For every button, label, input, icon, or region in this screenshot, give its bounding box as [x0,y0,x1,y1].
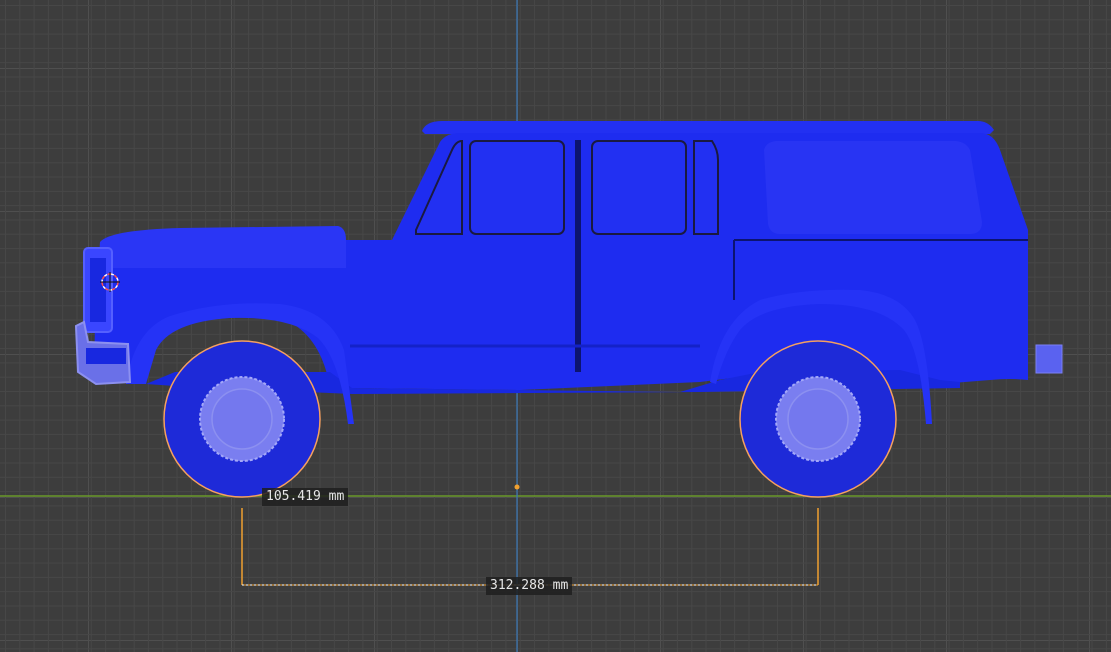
rear-bumper [1035,344,1063,374]
wheel-height-measurement-label: 105.419 mm [262,488,349,506]
vehicle-model[interactable] [74,121,1063,498]
origin-point[interactable] [514,484,520,490]
rear-vent-window [693,140,719,235]
front-door-window [469,140,565,235]
bumper-insert [86,348,126,364]
rear-side-window [764,141,982,234]
measure-ruler[interactable] [241,508,819,586]
3d-viewport[interactable]: 105.419 mm 312.288 mm [0,0,1111,652]
wheelbase-measurement-label: 312.288 mm [486,577,573,595]
roof-rack [422,121,994,134]
grille-slats [90,258,106,322]
front-wheel[interactable] [163,340,321,498]
rear-wheel[interactable] [739,340,897,498]
rear-door-window [591,140,687,235]
scene-canvas[interactable] [0,0,1111,652]
hood [99,226,346,268]
